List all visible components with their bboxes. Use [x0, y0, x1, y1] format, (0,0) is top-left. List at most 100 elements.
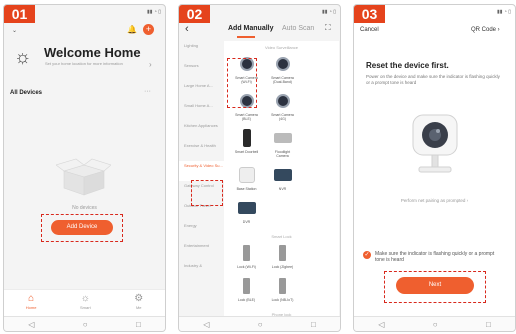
device-thumb [272, 242, 293, 263]
bell-icon[interactable]: 🔔 [127, 25, 137, 34]
home-selector[interactable]: ⌄ [12, 27, 17, 34]
device-thumb [272, 127, 293, 148]
add-device-button[interactable]: Add Device [51, 220, 113, 235]
back-nav-icon[interactable]: ◁ [28, 320, 34, 329]
system-nav-bar: ◁ ○ □ [4, 316, 165, 331]
tab-auto-scan[interactable]: Auto Scan [282, 25, 314, 32]
empty-box-illustration [56, 158, 111, 196]
device-item[interactable]: Base Station [233, 164, 260, 191]
welcome-title: Welcome Home [44, 45, 141, 60]
category-highlight [191, 180, 223, 206]
tab-label: Smart [80, 305, 91, 310]
bottom-tab-bar: ⌂ Home ☼ Smart ⚙ Me [4, 289, 165, 317]
device-label: DVR [242, 220, 251, 224]
device-item[interactable]: Smart Camera (4G) [269, 90, 296, 121]
device-highlight [227, 58, 257, 108]
no-devices-text: No devices [72, 205, 97, 211]
device-item[interactable]: Lock (Zigbee) [269, 242, 296, 269]
category-item[interactable]: Kitchen Appliances [179, 121, 224, 141]
chevron-down-icon: ⌄ [12, 28, 18, 34]
nvr-device-icon [237, 201, 256, 214]
bell-device-icon [242, 128, 251, 147]
device-label: Lock (Zigbee) [271, 265, 294, 269]
back-icon[interactable]: ‹ [185, 23, 189, 35]
device-item[interactable]: Smart Doorbell [233, 127, 260, 158]
add-plus-icon[interactable]: + [143, 24, 154, 35]
device-thumb [272, 90, 293, 111]
device-thumb [236, 242, 257, 263]
category-item[interactable]: Lighting [179, 41, 224, 61]
device-item[interactable]: DVR [233, 197, 260, 224]
device-thumb [272, 164, 293, 185]
device-label: Smart Camera (BLE) [235, 113, 258, 121]
status-bar: ▮▮ ◔ ▯ [321, 9, 336, 15]
cam-device-icon [275, 56, 290, 71]
device-label: Lock (BLE) [237, 298, 256, 302]
phone-screen-add-device: 02 ▮▮ ◔ ▯ ‹ Add Manually Auto Scan ⛶ Lig… [178, 4, 341, 332]
lock-device-icon [279, 244, 286, 261]
device-label: Lock (Wi-Fi) [237, 265, 256, 269]
base-device-icon [238, 166, 255, 183]
home-icon: ⌂ [28, 293, 35, 304]
cancel-button[interactable]: Cancel [360, 27, 379, 33]
home-nav-icon[interactable]: ○ [258, 320, 263, 329]
status-bar: ▮▮ ◔ ▯ [146, 9, 161, 15]
device-label: Base Station [236, 187, 257, 191]
tab-label: Home [25, 305, 37, 310]
step-badge: 01 [4, 5, 35, 23]
device-item[interactable]: Lock (Wi-Fi) [233, 242, 260, 269]
flood-device-icon [273, 132, 292, 143]
device-item[interactable]: NVR [269, 164, 296, 191]
category-item[interactable]: Security & Video Su... [179, 161, 224, 181]
device-item[interactable]: Smart Camera (Dual-Band) [269, 53, 296, 84]
category-item[interactable]: Exercise & Health [179, 141, 224, 161]
tab-me[interactable]: ⚙ Me [134, 290, 143, 317]
lock-device-icon [279, 277, 286, 294]
scan-icon[interactable]: ⛶ [325, 23, 331, 33]
category-item[interactable]: Industry & [179, 261, 224, 281]
category-item[interactable]: Energy [179, 221, 224, 241]
tab-add-manually[interactable]: Add Manually [228, 25, 274, 32]
recent-nav-icon[interactable]: □ [136, 320, 141, 329]
category-item[interactable]: Sensors [179, 61, 224, 81]
device-item[interactable]: Lock (BLE) [233, 275, 260, 302]
qr-code-button[interactable]: QR Code › [471, 27, 500, 33]
recent-nav-icon[interactable]: □ [486, 320, 491, 329]
check-icon[interactable]: ✓ [363, 251, 371, 259]
system-nav-bar: ◁ ○ □ [354, 316, 515, 331]
device-thumb [236, 164, 257, 185]
tab-smart[interactable]: ☼ Smart [80, 290, 91, 317]
me-icon: ⚙ [134, 293, 144, 304]
home-nav-icon[interactable]: ○ [83, 320, 88, 329]
pairing-link[interactable]: Perform net pairing as prompted › [354, 198, 515, 203]
next-button[interactable]: Next [396, 277, 474, 294]
step-badge: 02 [179, 5, 210, 23]
lock-device-icon [243, 277, 250, 294]
lock-device-grid: Lock (Wi-Fi) Lock (Zigbee) Lock (BLE) Lock … [224, 242, 339, 308]
reset-description: Power on the device and make sure the in… [366, 74, 500, 85]
section-heading: Smart Lock [271, 234, 292, 239]
back-nav-icon[interactable]: ◁ [378, 320, 384, 329]
confirm-text: Make sure the indicator is flashing quic… [375, 251, 495, 263]
home-nav-icon[interactable]: ○ [433, 320, 438, 329]
welcome-subtitle[interactable]: Set your home location for more informat… [45, 61, 145, 66]
chevron-right-icon[interactable]: › [149, 60, 152, 69]
status-bar: ▮▮ ◔ ▯ [496, 9, 511, 15]
more-icon[interactable]: ··· [144, 88, 151, 95]
back-nav-icon[interactable]: ◁ [203, 320, 209, 329]
active-tab-underline [237, 36, 255, 38]
device-item[interactable]: Floodlight Camera [269, 127, 296, 158]
all-devices-heading[interactable]: All Devices [10, 90, 42, 96]
sun-icon: ☼ [14, 47, 32, 68]
step-badge: 03 [354, 5, 385, 23]
section-heading: Video Surveillance [264, 45, 299, 50]
category-item[interactable]: Large Home A... [179, 81, 224, 101]
smart-icon: ☼ [80, 293, 90, 304]
tab-home[interactable]: ⌂ Home [26, 290, 37, 317]
category-item[interactable]: Small Home A... [179, 101, 224, 121]
category-item[interactable]: Entertainment [179, 241, 224, 261]
cam-device-icon [275, 93, 290, 108]
next-highlight: Next [384, 271, 486, 303]
recent-nav-icon[interactable]: □ [311, 320, 316, 329]
device-item[interactable]: Lock (NB-IoT) [269, 275, 296, 302]
